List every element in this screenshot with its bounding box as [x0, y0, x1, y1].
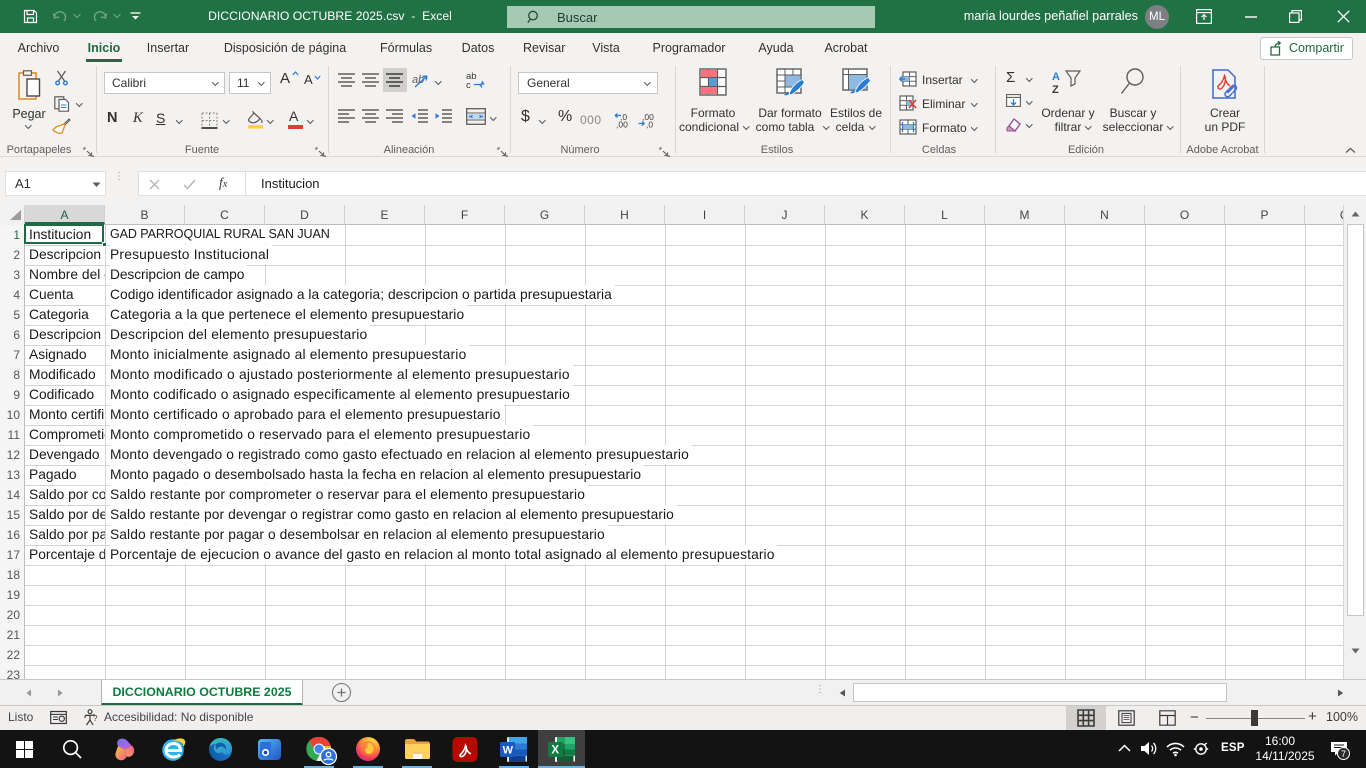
svg-text:A: A	[1052, 71, 1060, 83]
svg-text:c: c	[466, 80, 471, 91]
svg-text:W: W	[503, 745, 514, 757]
svg-text:X: X	[551, 745, 559, 757]
svg-text:Z: Z	[1052, 84, 1059, 96]
svg-text:,00: ,00	[616, 120, 628, 130]
svg-text:,0: ,0	[646, 120, 653, 130]
svg-text:?: ?	[93, 714, 98, 723]
